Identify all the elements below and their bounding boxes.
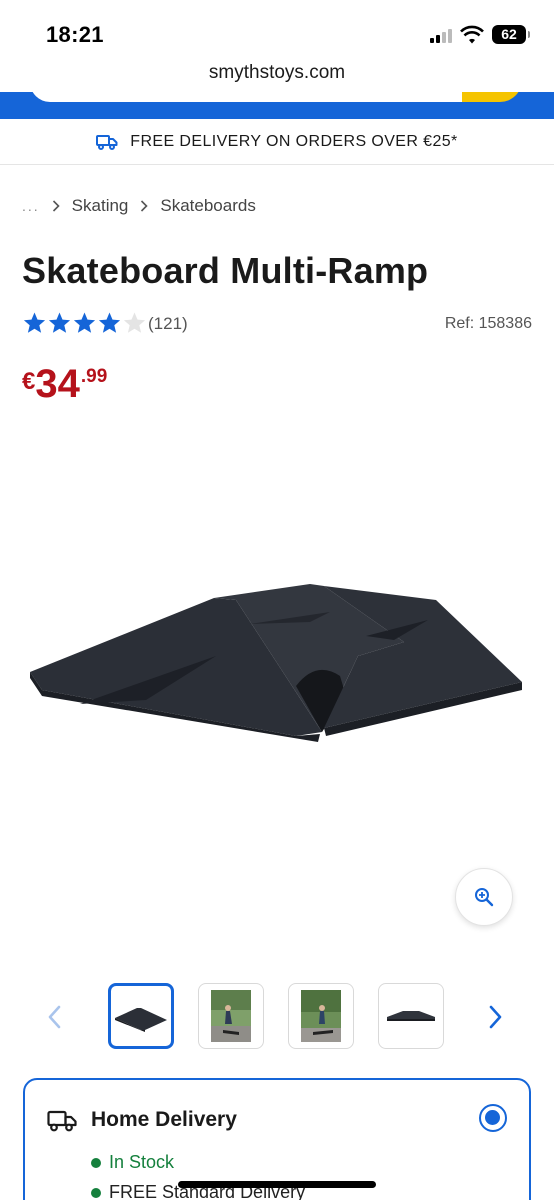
thumbnail-ramp-image: [387, 1011, 435, 1021]
breadcrumb-ellipsis[interactable]: ...: [22, 198, 40, 214]
truck-icon: [96, 134, 118, 150]
status-dot: [91, 1157, 101, 1168]
url-bar[interactable]: smythstoys.com: [0, 62, 554, 92]
star-empty-icon: [123, 312, 146, 333]
product-ref: Ref: 158386: [444, 315, 532, 332]
thumbnail[interactable]: [198, 983, 264, 1049]
review-count[interactable]: (121): [148, 314, 188, 334]
chevron-right-icon[interactable]: [486, 1001, 506, 1033]
star-filled-icon: [23, 312, 46, 333]
thumbnail[interactable]: [378, 983, 444, 1049]
truck-icon: [47, 1110, 77, 1132]
thumbnail-ramp-image: [115, 1008, 167, 1032]
chevron-right-icon: [52, 200, 60, 212]
stock-status: In Stock: [91, 1152, 174, 1173]
search-input[interactable]: [30, 92, 500, 102]
rating-row: (121) Ref: 158386: [22, 310, 532, 340]
price-currency: €: [22, 368, 36, 395]
battery-indicator: 62: [492, 25, 530, 44]
breadcrumb: ... Skating Skateboards: [22, 196, 256, 216]
site-header: [0, 92, 554, 119]
star-filled-icon: [48, 312, 71, 333]
zoom-button[interactable]: [455, 868, 513, 926]
breadcrumb-item-skateboards[interactable]: Skateboards: [160, 196, 255, 216]
chevron-right-icon: [141, 200, 149, 212]
status-dot: [91, 1187, 101, 1198]
star-filled-icon: [98, 312, 121, 333]
price: € 34 .99: [22, 362, 107, 406]
thumbnail-action-image: [301, 990, 341, 1042]
star-filled-icon: [73, 312, 96, 333]
home-indicator[interactable]: [178, 1181, 376, 1188]
thumbnail[interactable]: [108, 983, 174, 1049]
thumbnail-carousel: [0, 983, 554, 1051]
free-delivery-text: FREE DELIVERY ON ORDERS OVER €25*: [130, 132, 458, 150]
breadcrumb-item-skating[interactable]: Skating: [72, 196, 129, 216]
thumbnail-action-image: [211, 990, 251, 1042]
zoom-in-icon: [475, 888, 494, 907]
price-cents: .99: [80, 366, 108, 387]
cellular-signal-icon: [430, 29, 454, 43]
status-time: 18:21: [46, 22, 104, 47]
thumbnail[interactable]: [288, 983, 354, 1049]
search-button[interactable]: [462, 92, 522, 102]
page-title: Skateboard Multi-Ramp: [22, 250, 429, 291]
status-bar: 18:21 62: [0, 0, 554, 62]
price-whole: 34: [35, 362, 80, 406]
delivery-title: Home Delivery: [91, 1108, 237, 1131]
free-delivery-banner[interactable]: FREE DELIVERY ON ORDERS OVER €25*: [0, 119, 554, 165]
delivery-radio-selected[interactable]: [479, 1104, 507, 1132]
star-rating[interactable]: [22, 311, 147, 335]
product-image[interactable]: [24, 560, 528, 780]
stock-status-text: In Stock: [109, 1152, 175, 1172]
chevron-left-icon[interactable]: [44, 1001, 64, 1033]
wifi-icon: [460, 25, 484, 44]
